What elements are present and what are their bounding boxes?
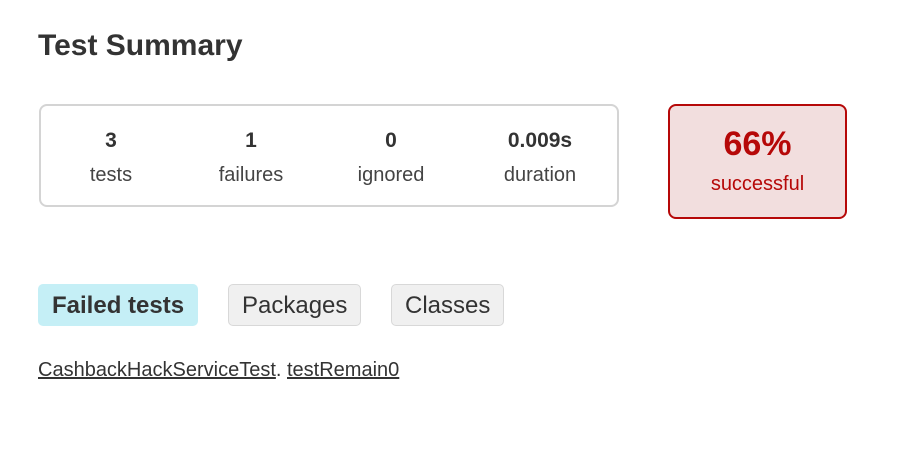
page-title: Test Summary: [38, 29, 243, 62]
summary-counters-box: 3 tests 1 failures 0 ignored 0.009s dura…: [39, 104, 619, 207]
failures-count: 1: [245, 129, 257, 152]
duration-counter: 0.009s duration: [480, 128, 600, 187]
ignored-counter: 0 ignored: [331, 128, 451, 187]
duration-value: 0.009s: [507, 129, 573, 152]
tests-count: 3: [105, 129, 117, 152]
class-method-separator: .: [275, 359, 282, 381]
failures-label: failures: [218, 164, 284, 186]
tests-counter: 3 tests: [51, 128, 171, 187]
failed-test-method-link[interactable]: testRemain0: [287, 359, 399, 381]
failures-counter: 1 failures: [191, 128, 311, 187]
failed-test-entry: CashbackHackServiceTest. testRemain0: [38, 358, 399, 382]
success-rate-box: 66% successful: [668, 104, 847, 219]
ignored-count: 0: [385, 129, 397, 152]
failed-test-class-link[interactable]: CashbackHackServiceTest: [38, 359, 276, 381]
tab-classes[interactable]: Classes: [391, 284, 505, 326]
success-rate-label: successful: [710, 173, 805, 195]
tab-packages[interactable]: Packages: [228, 284, 362, 326]
tab-failed-tests[interactable]: Failed tests: [38, 284, 199, 326]
ignored-label: ignored: [357, 164, 425, 186]
success-rate-value: 66%: [723, 125, 792, 163]
test-report-page: Test Summary 3 tests 1 failures 0 ignore…: [0, 0, 918, 452]
duration-label: duration: [503, 164, 577, 186]
tests-label: tests: [89, 164, 133, 186]
